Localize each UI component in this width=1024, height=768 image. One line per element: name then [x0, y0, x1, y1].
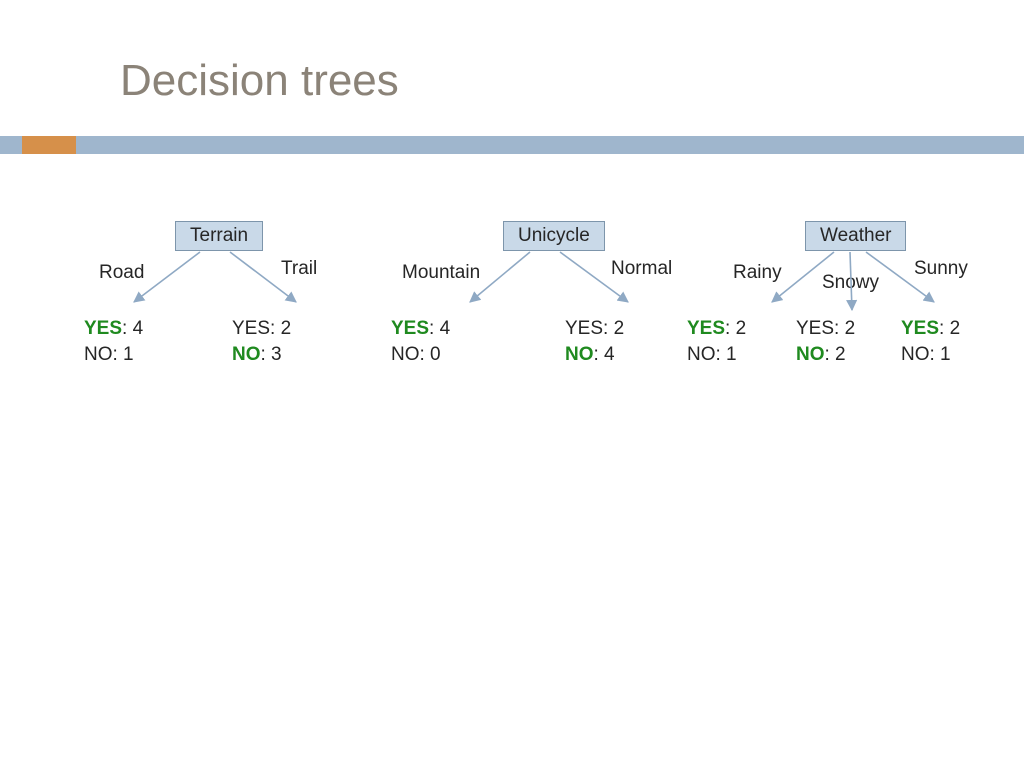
- counts-terrain-trail: YES: 2NO: 3: [232, 316, 291, 367]
- node-unicycle: Unicycle: [503, 221, 605, 251]
- node-terrain: Terrain: [175, 221, 263, 251]
- title-bar: [0, 136, 1024, 154]
- title-bar-accent: [22, 136, 76, 154]
- counts-weather-snowy: YES: 2NO: 2: [796, 316, 855, 367]
- label-weather-snowy: Snowy: [822, 272, 879, 294]
- counts-unicycle-mountain: YES: 4NO: 0: [391, 316, 450, 367]
- label-terrain-trail: Trail: [281, 258, 317, 280]
- counts-terrain-road: YES: 4NO: 1: [84, 316, 143, 367]
- node-weather: Weather: [805, 221, 906, 251]
- counts-weather-sunny: YES: 2NO: 1: [901, 316, 960, 367]
- label-unicycle-normal: Normal: [611, 258, 672, 280]
- counts-weather-rainy: YES: 2NO: 1: [687, 316, 746, 367]
- label-terrain-road: Road: [99, 262, 144, 284]
- tree-arrows: [0, 0, 1024, 768]
- label-weather-rainy: Rainy: [733, 262, 782, 284]
- page-title: Decision trees: [120, 56, 399, 106]
- label-weather-sunny: Sunny: [914, 258, 968, 280]
- counts-unicycle-normal: YES: 2NO: 4: [565, 316, 624, 367]
- label-unicycle-mountain: Mountain: [402, 262, 480, 284]
